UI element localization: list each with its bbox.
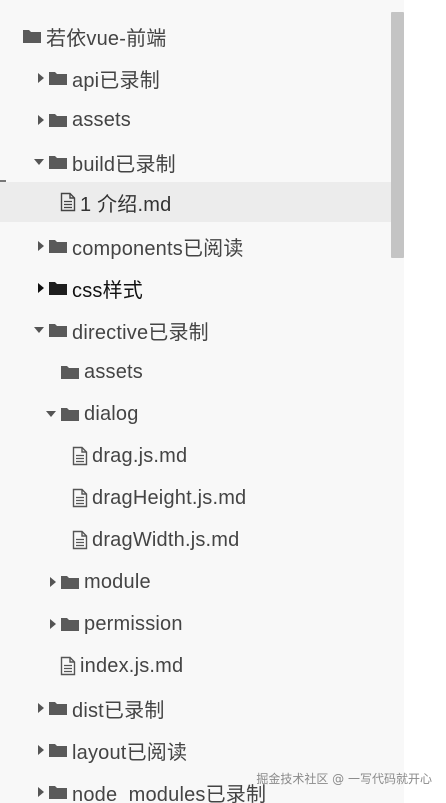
tree-item-dragheight-file[interactable]: dragHeight.js.md — [0, 478, 446, 518]
tree-item-intro-file[interactable]: 1 介绍.md — [0, 182, 446, 222]
folder-icon — [48, 742, 68, 758]
chevron-right-icon[interactable] — [34, 785, 48, 799]
tree-item-label: layout已阅读 — [72, 741, 188, 764]
file-icon — [60, 192, 76, 212]
file-tree-panel: 若依vue-前端 api已录制 assets build已录制 1 介绍.md … — [0, 0, 446, 803]
chevron-right-icon[interactable] — [46, 617, 60, 631]
tree-item-label: assets — [72, 108, 132, 131]
chevron-right-icon[interactable] — [46, 575, 60, 589]
tree-item-css-folder[interactable]: css样式 — [0, 268, 438, 308]
tree-item-components-folder[interactable]: components已阅读 — [0, 226, 438, 266]
scrollbar-track[interactable] — [404, 0, 446, 803]
tree-item-label: drag.js.md — [92, 444, 188, 467]
tree-item-build-folder[interactable]: build已录制 — [0, 142, 434, 182]
folder-icon — [60, 574, 80, 590]
chevron-right-icon[interactable] — [34, 113, 48, 127]
tree-item-label: directive已录制 — [72, 321, 209, 344]
tree-item-directive-assets-folder[interactable]: assets — [0, 352, 446, 392]
chevron-right-icon[interactable] — [34, 743, 48, 757]
folder-open-icon — [48, 322, 68, 338]
folder-open-icon — [48, 154, 68, 170]
tree-item-dragwidth-file[interactable]: dragWidth.js.md — [0, 520, 446, 560]
watermark-text: 掘金技术社区 @ 一写代码就开心 — [256, 772, 432, 786]
folder-open-icon — [60, 406, 80, 422]
tree-item-label: build已录制 — [72, 153, 176, 176]
tree-item-index-file[interactable]: index.js.md — [0, 646, 446, 686]
folder-icon — [48, 238, 68, 254]
chevron-right-icon[interactable] — [34, 71, 48, 85]
tree-item-label: permission — [84, 612, 183, 635]
tree-item-api-folder[interactable]: api已录制 — [0, 58, 438, 98]
tree-item-label: module — [84, 570, 151, 593]
folder-icon — [60, 616, 80, 632]
tree-item-label: assets — [84, 360, 144, 383]
tree-item-drag-file[interactable]: drag.js.md — [0, 436, 446, 476]
tree-item-assets-folder[interactable]: assets — [0, 100, 438, 140]
tree-item-root-folder[interactable]: 若依vue-前端 — [0, 16, 426, 56]
chevron-down-icon[interactable] — [30, 323, 48, 337]
tree-item-dialog-folder[interactable]: dialog — [0, 394, 446, 434]
chevron-down-icon[interactable] — [30, 155, 48, 169]
chevron-down-icon[interactable] — [42, 407, 60, 421]
file-icon — [72, 488, 88, 508]
tree-item-label: dist已录制 — [72, 699, 165, 722]
folder-icon — [48, 70, 68, 86]
tree-item-permission-folder[interactable]: permission — [0, 604, 446, 644]
folder-icon — [48, 700, 68, 716]
tree-item-label: components已阅读 — [72, 237, 244, 260]
tree-item-directive-folder[interactable]: directive已录制 — [0, 310, 434, 350]
file-icon — [72, 446, 88, 466]
tree-item-dist-folder[interactable]: dist已录制 — [0, 688, 438, 728]
tree-item-label: dragWidth.js.md — [92, 528, 240, 551]
tree-item-label: node_modules已录制 — [72, 783, 267, 803]
tree-item-label: dragHeight.js.md — [92, 486, 247, 509]
folder-icon — [48, 784, 68, 800]
tree-item-label: index.js.md — [80, 654, 184, 677]
tree-item-label: 若依vue-前端 — [46, 27, 167, 50]
tree-item-label: 1 介绍.md — [80, 193, 172, 216]
file-icon — [72, 530, 88, 550]
chevron-right-icon[interactable] — [34, 701, 48, 715]
scrollbar-thumb[interactable] — [391, 12, 404, 258]
tree-item-label: api已录制 — [72, 69, 160, 92]
tree-item-label: dialog — [84, 402, 139, 425]
folder-icon — [48, 112, 68, 128]
chevron-right-icon[interactable] — [34, 281, 48, 295]
chevron-right-icon[interactable] — [34, 239, 48, 253]
tree-item-module-folder[interactable]: module — [0, 562, 446, 602]
tree-item-label: css样式 — [72, 279, 143, 302]
folder-icon — [60, 364, 80, 380]
file-icon — [60, 656, 76, 676]
tree-item-layout-folder[interactable]: layout已阅读 — [0, 730, 438, 770]
folder-icon — [48, 280, 68, 296]
folder-icon — [22, 28, 42, 44]
